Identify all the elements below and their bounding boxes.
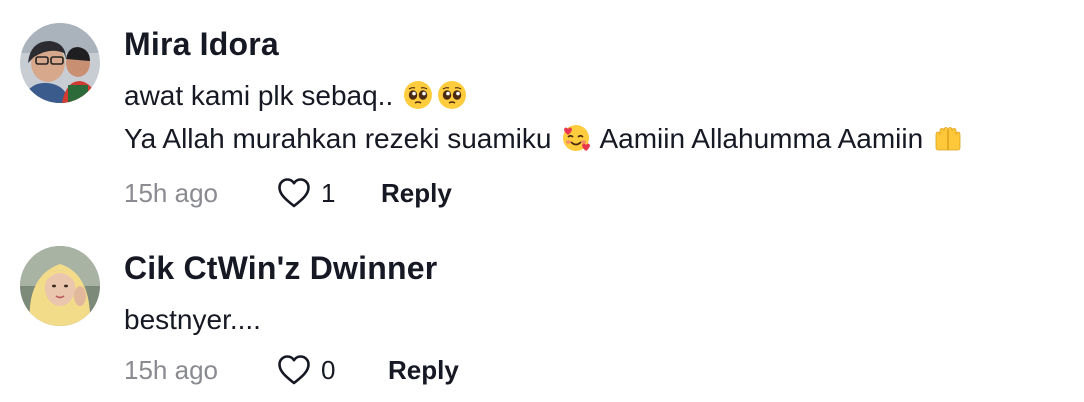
- comment-meta: 15h ago 0 Reply: [124, 350, 824, 390]
- like-button[interactable]: 0: [276, 352, 335, 388]
- comment-username[interactable]: Mira Idora: [124, 26, 279, 63]
- like-count: 1: [321, 177, 336, 208]
- reply-button[interactable]: Reply: [388, 355, 459, 386]
- palms-up-together-emoji: [933, 123, 963, 153]
- avatar[interactable]: [20, 23, 100, 103]
- comment-text-line: bestnyer....: [124, 304, 261, 336]
- like-button[interactable]: 1: [276, 175, 335, 211]
- comment-item: Cik CtWin'z Dwinner bestnyer.... 15h ago…: [0, 230, 1084, 402]
- comment-timestamp: 15h ago: [124, 178, 218, 208]
- comment-item: Mira Idora awat kami plk sebaq.. Ya Alla…: [0, 0, 1084, 230]
- heart-outline-icon[interactable]: [276, 352, 312, 388]
- pleading-face-emoji: [437, 80, 467, 110]
- avatar-image: [20, 23, 100, 103]
- comment-text-line: Ya Allah murahkan rezeki suamiku Aamiin …: [124, 123, 965, 155]
- like-count: 0: [321, 354, 336, 385]
- comment-username[interactable]: Cik CtWin'z Dwinner: [124, 250, 437, 287]
- comment-text: Aamiin Allahumma Aamiin: [593, 123, 931, 154]
- comment-text: awat kami plk sebaq..: [124, 80, 402, 111]
- pleading-face-emoji: [403, 80, 433, 110]
- comment-text: bestnyer....: [124, 304, 261, 335]
- comment-meta: 15h ago 1 Reply: [124, 173, 824, 213]
- reply-button[interactable]: Reply: [381, 178, 452, 209]
- comment-text: Ya Allah murahkan rezeki suamiku: [124, 123, 560, 154]
- comment-timestamp: 15h ago: [124, 355, 218, 385]
- avatar[interactable]: [20, 246, 100, 326]
- heart-outline-icon[interactable]: [276, 175, 312, 211]
- smiling-face-with-hearts-emoji: [561, 123, 591, 153]
- avatar-image: [20, 246, 100, 326]
- comment-text-line: awat kami plk sebaq..: [124, 80, 469, 112]
